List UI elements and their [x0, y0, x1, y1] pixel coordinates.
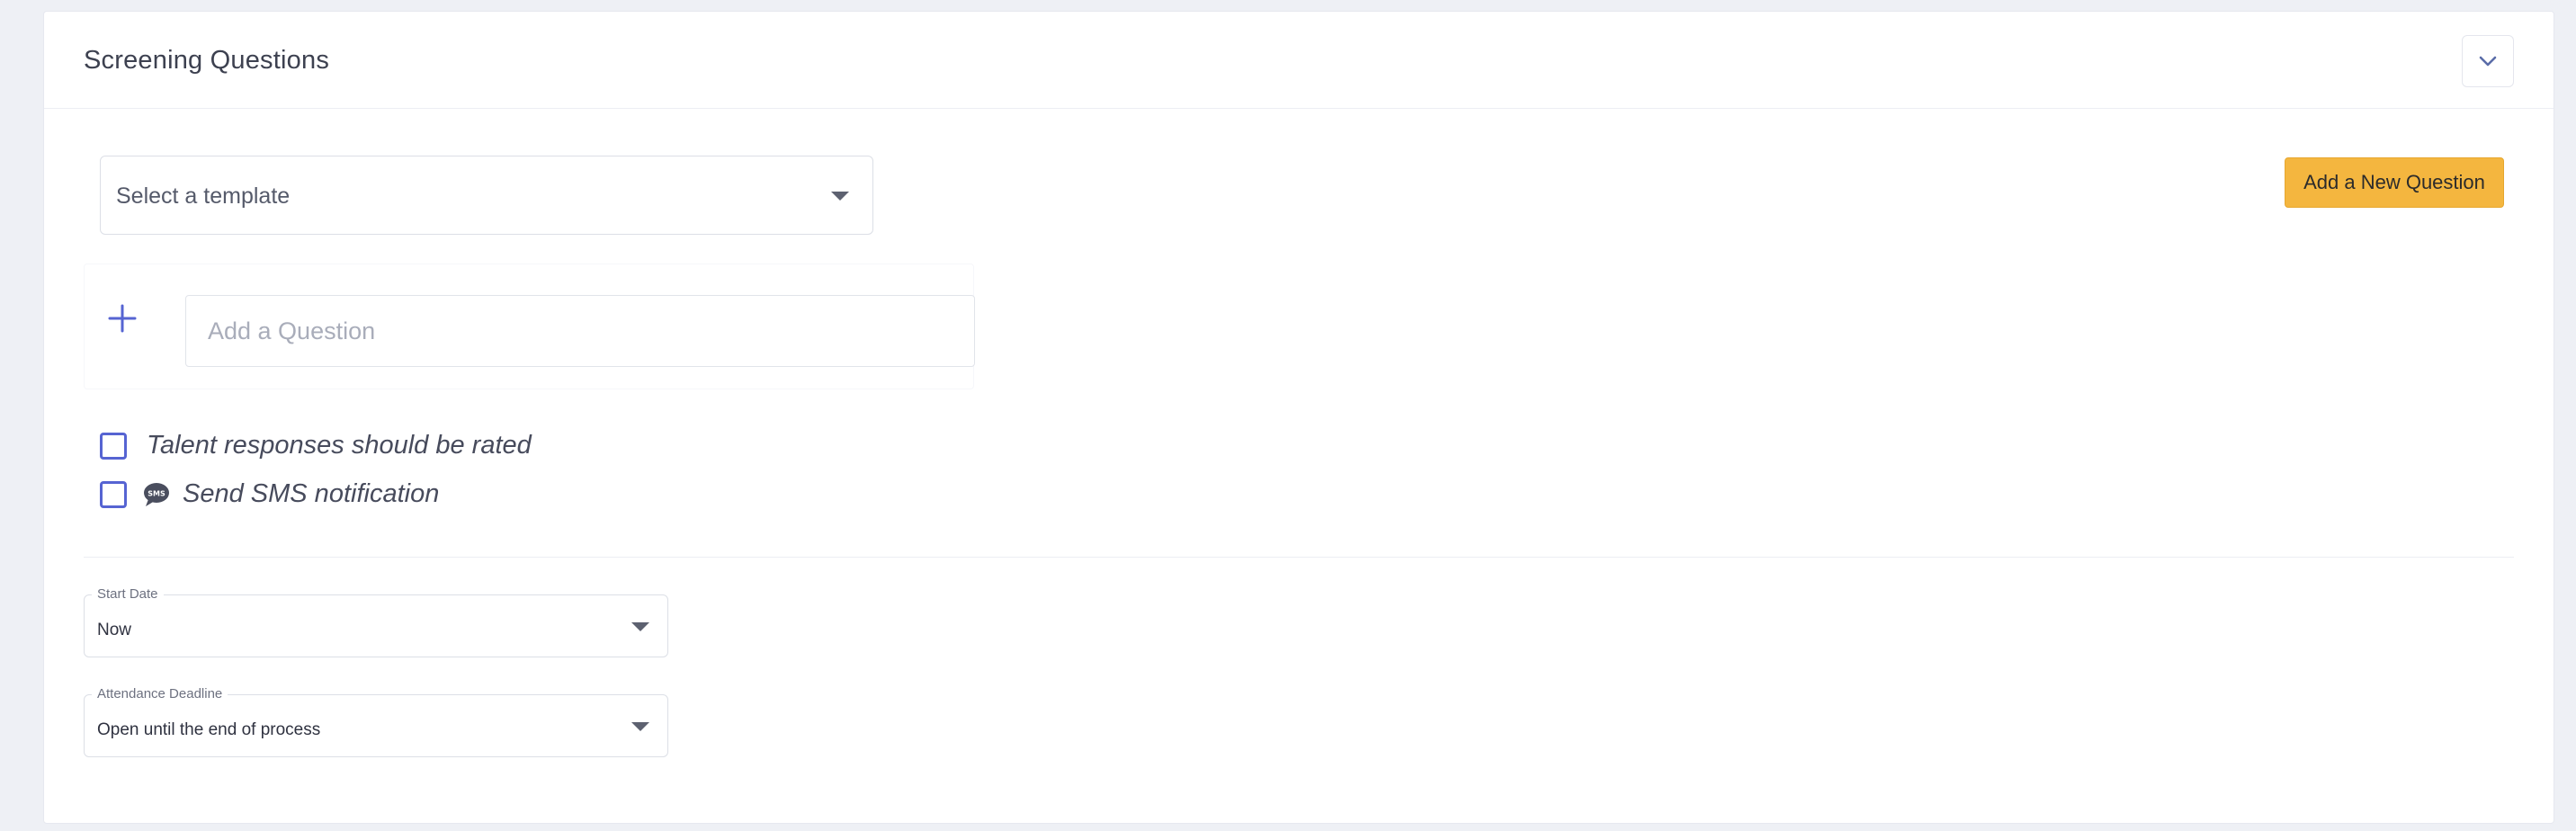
rated-option[interactable]: Talent responses should be rated — [100, 431, 532, 460]
question-entry-row — [84, 264, 975, 389]
sms-bubble-icon: SMS — [143, 482, 170, 507]
add-new-question-button[interactable]: Add a New Question — [2285, 157, 2504, 208]
plus-icon — [108, 304, 137, 333]
section-title: Screening Questions — [84, 46, 330, 75]
sms-option[interactable]: SMS Send SMS notification — [100, 479, 439, 509]
rated-checkbox[interactable] — [100, 432, 127, 460]
divider — [84, 557, 2514, 558]
sms-label: Send SMS notification — [183, 479, 440, 508]
card-header: Screening Questions — [44, 12, 2554, 109]
rated-label: Talent responses should be rated — [147, 431, 532, 460]
start-date-select[interactable]: Start Date Now — [84, 586, 668, 657]
template-select[interactable]: Select a template — [100, 156, 873, 235]
add-question-input[interactable] — [185, 295, 975, 367]
collapse-button[interactable] — [2462, 35, 2514, 87]
caret-down-icon — [831, 192, 849, 201]
sms-checkbox[interactable] — [100, 480, 127, 508]
attendance-deadline-label: Attendance Deadline — [92, 686, 228, 701]
attendance-deadline-value: Open until the end of process — [97, 720, 321, 739]
screening-questions-card: Screening Questions Select a template Ad… — [43, 11, 2554, 824]
caret-down-icon — [631, 722, 649, 731]
attendance-deadline-select[interactable]: Attendance Deadline Open until the end o… — [84, 686, 668, 757]
sms-icon-text: SMS — [148, 489, 165, 497]
start-date-label: Start Date — [92, 586, 164, 602]
start-date-value: Now — [97, 621, 132, 639]
chevron-down-icon — [2479, 56, 2497, 67]
template-select-value: Select a template — [116, 183, 291, 209]
add-question-plus-button[interactable] — [106, 302, 139, 335]
caret-down-icon — [631, 622, 649, 631]
